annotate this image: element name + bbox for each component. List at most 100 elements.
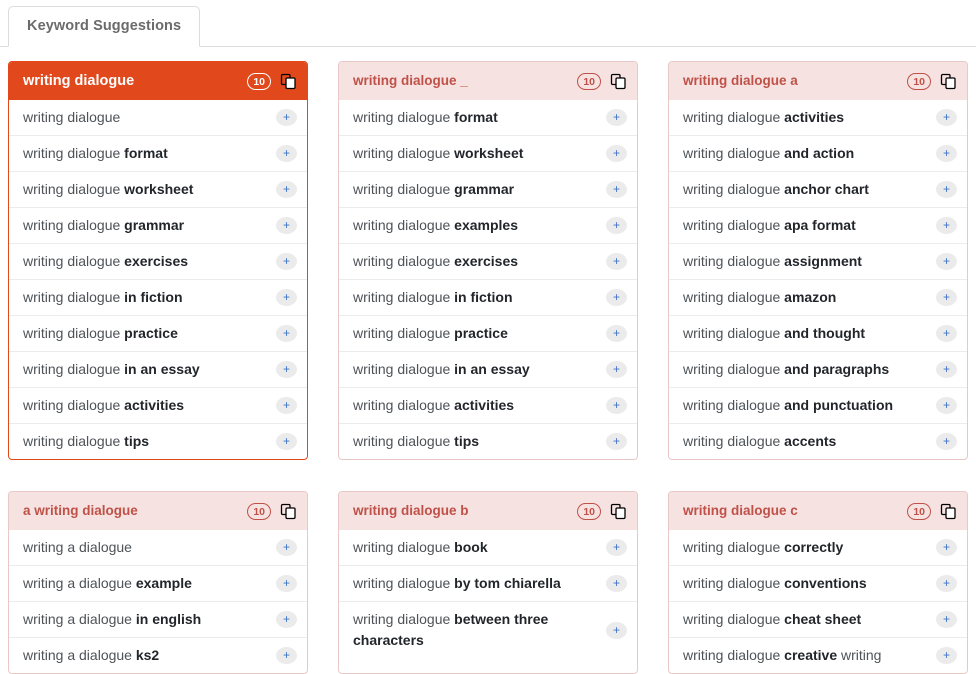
plus-icon[interactable]: +	[276, 325, 297, 342]
keyword-row[interactable]: writing dialogue tips +	[339, 423, 637, 459]
keyword-row[interactable]: writing dialogue format +	[339, 100, 637, 135]
keyword-row[interactable]: writing dialogue book +	[339, 530, 637, 565]
plus-icon[interactable]: +	[606, 217, 627, 234]
keyword-row[interactable]: writing dialogue amazon +	[669, 279, 967, 315]
keyword-row[interactable]: writing dialogue examples +	[339, 207, 637, 243]
plus-icon[interactable]: +	[606, 397, 627, 414]
plus-icon[interactable]: +	[936, 539, 957, 556]
plus-icon[interactable]: +	[936, 397, 957, 414]
keyword-row[interactable]: writing dialogue activities +	[339, 387, 637, 423]
keyword-row[interactable]: writing dialogue between three character…	[339, 601, 637, 658]
keyword-row[interactable]: writing dialogue format +	[9, 135, 307, 171]
keyword-row[interactable]: writing dialogue tips +	[9, 423, 307, 459]
plus-icon[interactable]: +	[936, 647, 957, 664]
keyword-row[interactable]: writing a dialogue +	[9, 530, 307, 565]
plus-icon[interactable]: +	[276, 217, 297, 234]
copy-icon[interactable]	[610, 73, 627, 90]
plus-icon[interactable]: +	[606, 361, 627, 378]
keyword-row[interactable]: writing dialogue grammar +	[339, 171, 637, 207]
keyword-row[interactable]: writing dialogue and punctuation +	[669, 387, 967, 423]
keyword-row[interactable]: writing dialogue and thought +	[669, 315, 967, 351]
plus-icon[interactable]: +	[276, 575, 297, 592]
plus-icon[interactable]: +	[936, 289, 957, 306]
plus-icon[interactable]: +	[936, 181, 957, 198]
plus-icon[interactable]: +	[606, 575, 627, 592]
plus-icon[interactable]: +	[606, 433, 627, 450]
plus-icon[interactable]: +	[936, 433, 957, 450]
plus-icon[interactable]: +	[276, 397, 297, 414]
keyword-highlight: and punctuation	[784, 397, 894, 413]
keyword-row[interactable]: writing dialogue apa format +	[669, 207, 967, 243]
keyword-row[interactable]: writing dialogue conventions +	[669, 565, 967, 601]
plus-icon[interactable]: +	[606, 109, 627, 126]
keyword-row[interactable]: writing dialogue cheat sheet +	[669, 601, 967, 637]
keyword-highlight: exercises	[124, 253, 189, 269]
keyword-row[interactable]: writing dialogue worksheet +	[339, 135, 637, 171]
keyword-row[interactable]: writing dialogue in fiction +	[339, 279, 637, 315]
keyword-row[interactable]: writing dialogue correctly +	[669, 530, 967, 565]
keyword-row[interactable]: writing dialogue grammar +	[9, 207, 307, 243]
keyword-row[interactable]: writing a dialogue example +	[9, 565, 307, 601]
keyword-row[interactable]: writing dialogue by tom chiarella +	[339, 565, 637, 601]
plus-icon[interactable]: +	[276, 145, 297, 162]
keyword-row-list: writing dialogue book + writing dialogue b…	[339, 530, 637, 658]
plus-icon[interactable]: +	[276, 253, 297, 270]
copy-icon[interactable]	[940, 73, 957, 90]
keyword-card-header[interactable]: writing dialogue c 10	[669, 492, 967, 530]
copy-icon[interactable]	[280, 503, 297, 520]
keyword-row[interactable]: writing dialogue accents +	[669, 423, 967, 459]
plus-icon[interactable]: +	[276, 433, 297, 450]
plus-icon[interactable]: +	[276, 109, 297, 126]
keyword-row[interactable]: writing dialogue activities +	[9, 387, 307, 423]
keyword-row[interactable]: writing dialogue and paragraphs +	[669, 351, 967, 387]
keyword-row[interactable]: writing dialogue exercises +	[9, 243, 307, 279]
plus-icon[interactable]: +	[936, 575, 957, 592]
plus-icon[interactable]: +	[606, 325, 627, 342]
keyword-row[interactable]: writing dialogue in an essay +	[339, 351, 637, 387]
keyword-row[interactable]: writing dialogue practice +	[9, 315, 307, 351]
keyword-row[interactable]: writing dialogue anchor chart +	[669, 171, 967, 207]
plus-icon[interactable]: +	[276, 289, 297, 306]
keyword-text: writing dialogue exercises	[353, 251, 606, 272]
copy-icon[interactable]	[610, 503, 627, 520]
plus-icon[interactable]: +	[276, 361, 297, 378]
keyword-row[interactable]: writing dialogue in an essay +	[9, 351, 307, 387]
plus-icon[interactable]: +	[606, 181, 627, 198]
plus-icon[interactable]: +	[936, 361, 957, 378]
keyword-row[interactable]: writing dialogue activities +	[669, 100, 967, 135]
plus-icon[interactable]: +	[276, 181, 297, 198]
keyword-row[interactable]: writing dialogue creative writing +	[669, 637, 967, 673]
keyword-row[interactable]: writing dialogue worksheet +	[9, 171, 307, 207]
keyword-card-header[interactable]: writing dialogue b 10	[339, 492, 637, 530]
plus-icon[interactable]: +	[606, 539, 627, 556]
plus-icon[interactable]: +	[936, 109, 957, 126]
keyword-row[interactable]: writing a dialogue ks2 +	[9, 637, 307, 673]
keyword-card-header[interactable]: writing dialogue _ 10	[339, 62, 637, 100]
plus-icon[interactable]: +	[936, 145, 957, 162]
plus-icon[interactable]: +	[606, 253, 627, 270]
keyword-row[interactable]: writing a dialogue in english +	[9, 601, 307, 637]
plus-icon[interactable]: +	[276, 647, 297, 664]
plus-icon[interactable]: +	[936, 611, 957, 628]
copy-icon[interactable]	[280, 73, 297, 90]
keyword-card-header[interactable]: writing dialogue 10	[9, 62, 307, 100]
plus-icon[interactable]: +	[936, 253, 957, 270]
keyword-row[interactable]: writing dialogue in fiction +	[9, 279, 307, 315]
keyword-row[interactable]: writing dialogue practice +	[339, 315, 637, 351]
keyword-card-header[interactable]: a writing dialogue 10	[9, 492, 307, 530]
copy-icon[interactable]	[940, 503, 957, 520]
plus-icon[interactable]: +	[276, 611, 297, 628]
plus-icon[interactable]: +	[606, 145, 627, 162]
keyword-row[interactable]: writing dialogue assignment +	[669, 243, 967, 279]
keyword-row[interactable]: writing dialogue exercises +	[339, 243, 637, 279]
keyword-highlight: practice	[454, 325, 508, 341]
plus-icon[interactable]: +	[936, 325, 957, 342]
plus-icon[interactable]: +	[606, 621, 627, 639]
tab-keyword-suggestions[interactable]: Keyword Suggestions	[8, 6, 201, 47]
plus-icon[interactable]: +	[936, 217, 957, 234]
plus-icon[interactable]: +	[276, 539, 297, 556]
keyword-card-header[interactable]: writing dialogue a 10	[669, 62, 967, 100]
keyword-row[interactable]: writing dialogue +	[9, 100, 307, 135]
plus-icon[interactable]: +	[606, 289, 627, 306]
keyword-row[interactable]: writing dialogue and action +	[669, 135, 967, 171]
